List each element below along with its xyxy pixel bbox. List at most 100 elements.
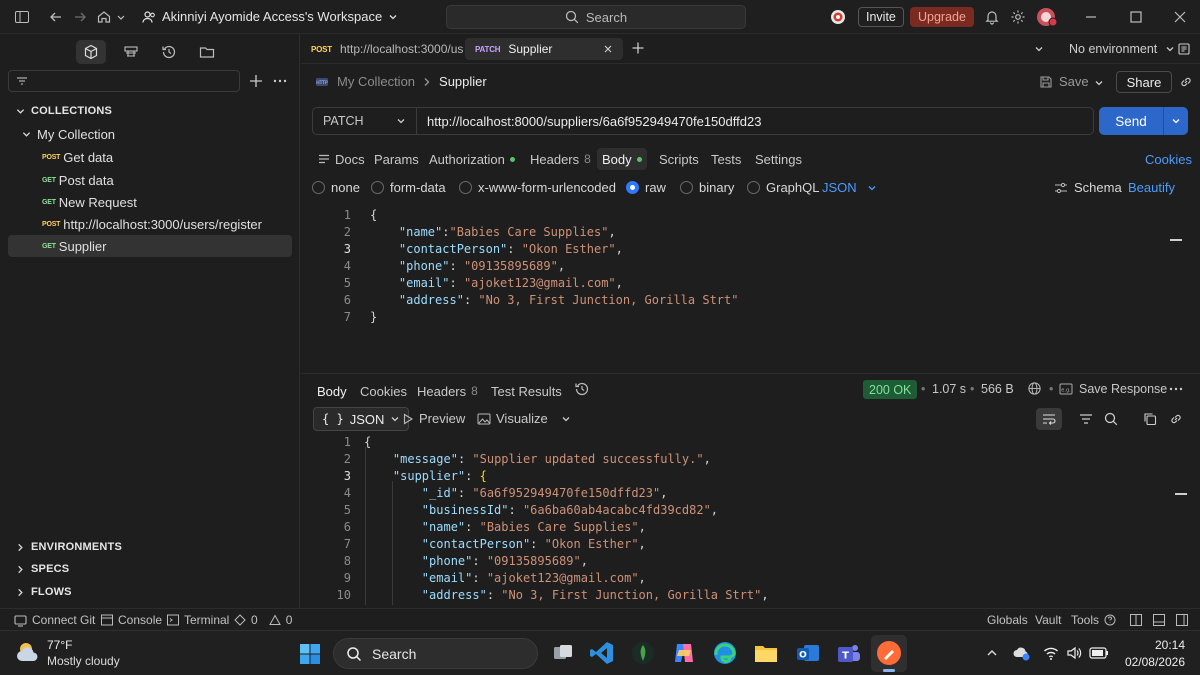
weather-temperature[interactable]: 77°F — [47, 638, 72, 652]
volume-icon[interactable] — [1066, 645, 1082, 661]
windows-start-icon[interactable] — [299, 643, 321, 665]
global-search[interactable]: Search — [446, 5, 746, 29]
forward-arrow-icon[interactable] — [72, 9, 88, 25]
avatar[interactable] — [1036, 7, 1058, 27]
body-type-urlencoded[interactable]: x-www-form-urlencoded — [459, 180, 616, 195]
copy-icon[interactable] — [1143, 412, 1157, 426]
cloud-sync-icon[interactable] — [1013, 644, 1031, 662]
response-divider[interactable] — [301, 373, 1200, 374]
sidebar-item-supplier[interactable]: GET Supplier — [8, 235, 292, 257]
layout-bottom-pane-icon[interactable] — [1153, 614, 1165, 626]
body-type-form-data[interactable]: form-data — [371, 180, 446, 195]
response-preview-button[interactable]: Preview — [402, 411, 465, 426]
save-response-button[interactable]: e.g. Save Response — [1059, 382, 1167, 396]
close-icon[interactable] — [1172, 9, 1188, 25]
response-view-json[interactable]: { } JSON — [313, 407, 410, 431]
breadcrumb-collection[interactable]: My Collection — [337, 74, 415, 89]
schema-button[interactable]: Schema — [1054, 180, 1122, 195]
sidebar-filter-input[interactable] — [8, 70, 240, 92]
sidebar-item-post-data[interactable]: GET Post data — [8, 169, 292, 191]
maximize-icon[interactable] — [1128, 9, 1144, 25]
add-icon[interactable] — [248, 73, 264, 89]
globe-icon[interactable] — [1027, 381, 1042, 396]
connect-git-button[interactable]: Connect Git — [14, 613, 95, 627]
collections-header[interactable]: COLLECTIONS — [16, 105, 112, 117]
link-icon[interactable] — [1179, 75, 1193, 89]
sidebar-item-get-data[interactable]: POST Get data — [8, 146, 292, 168]
tab-body[interactable]: Body — [597, 148, 647, 170]
more-options-icon[interactable] — [1168, 382, 1184, 396]
tab-scripts[interactable]: Scripts — [654, 148, 704, 170]
tools-button[interactable]: Tools — [1071, 613, 1099, 627]
wifi-icon[interactable] — [1043, 645, 1059, 661]
body-type-binary[interactable]: binary — [680, 180, 734, 195]
sidebar-item-register[interactable]: POST http://localhost:3000/users/registe… — [8, 213, 292, 235]
copilot-icon[interactable] — [671, 640, 697, 666]
sidebar-toggle-icon[interactable] — [14, 9, 30, 25]
back-arrow-icon[interactable] — [48, 9, 64, 25]
history-tab-icon[interactable] — [154, 40, 184, 64]
terminal-button[interactable]: Terminal — [167, 613, 229, 627]
home-icon[interactable] — [96, 9, 112, 25]
body-type-none[interactable]: none — [312, 180, 360, 195]
method-select[interactable]: PATCH — [313, 108, 417, 134]
cookies-link[interactable]: Cookies — [1140, 148, 1197, 170]
bell-icon[interactable] — [984, 9, 1000, 25]
history-icon[interactable] — [574, 381, 590, 397]
flows-header[interactable]: FLOWS — [16, 586, 72, 598]
body-format-select[interactable]: JSON — [822, 180, 877, 195]
response-tab-test-results[interactable]: Test Results — [487, 380, 566, 402]
outlook-icon[interactable]: O — [795, 640, 821, 666]
response-size[interactable]: 566 B — [981, 382, 1014, 396]
workspace-switcher[interactable]: Akinniyi Ayomide Access's Workspace — [142, 9, 398, 24]
request-body-editor[interactable]: 1 2 3 4 5 6 7 { "name":"Babies Care Supp… — [301, 208, 1200, 368]
vscode-icon[interactable] — [589, 640, 615, 666]
response-tab-cookies[interactable]: Cookies — [356, 380, 411, 402]
tab-authorization[interactable]: Authorization — [424, 148, 520, 170]
environments-tab-icon[interactable] — [116, 40, 146, 64]
search-icon[interactable] — [1104, 412, 1118, 426]
send-button[interactable]: Send — [1099, 107, 1163, 135]
tab-tests[interactable]: Tests — [706, 148, 746, 170]
layout-two-pane-icon[interactable] — [1130, 614, 1142, 626]
breadcrumb-request[interactable]: Supplier — [439, 74, 487, 89]
tab-params[interactable]: Params — [369, 148, 424, 170]
taskbar-search[interactable]: Search — [333, 638, 538, 669]
problems-indicator[interactable]: 0 0 — [234, 613, 292, 627]
battery-icon[interactable] — [1089, 646, 1109, 660]
share-button[interactable]: Share — [1116, 71, 1172, 93]
tab-supplier[interactable]: PATCH Supplier — [465, 38, 623, 60]
collection-my-collection[interactable]: My Collection — [8, 123, 292, 145]
filter-icon[interactable] — [1079, 412, 1093, 426]
tab-settings[interactable]: Settings — [750, 148, 807, 170]
link-icon[interactable] — [1169, 412, 1183, 426]
body-type-raw[interactable]: raw — [626, 180, 666, 195]
file-explorer-icon[interactable] — [753, 640, 779, 666]
wrap-lines-button[interactable] — [1036, 408, 1062, 430]
response-body-viewer[interactable]: 1 2 3 4 5 6 7 8 9 10 { "message": "Suppl… — [301, 435, 1200, 605]
layout-side-pane-icon[interactable] — [1176, 614, 1188, 626]
specs-header[interactable]: SPECS — [16, 563, 69, 575]
new-tab-icon[interactable] — [631, 41, 645, 55]
status-badge[interactable]: 200 OK — [863, 380, 918, 399]
response-visualize-button[interactable]: Visualize — [477, 411, 571, 426]
save-button[interactable]: Save — [1039, 74, 1089, 89]
console-button[interactable]: Console — [101, 613, 162, 627]
upgrade-button[interactable]: Upgrade — [910, 7, 974, 27]
response-time[interactable]: 1.07 s — [932, 382, 966, 396]
environment-selector[interactable]: No environment — [1069, 42, 1175, 56]
url-input[interactable]: http://localhost:8000/suppliers/6a6f9529… — [417, 114, 761, 129]
weather-description[interactable]: Mostly cloudy — [47, 654, 120, 668]
tab-docs[interactable]: Docs — [313, 148, 370, 170]
response-tab-headers[interactable]: Headers 8 — [413, 380, 482, 402]
chevron-down-icon[interactable] — [1034, 44, 1044, 54]
invite-button[interactable]: Invite — [858, 7, 904, 27]
gear-icon[interactable] — [1010, 9, 1026, 25]
teams-icon[interactable]: T — [836, 640, 862, 666]
minimize-icon[interactable] — [1083, 9, 1099, 25]
sidebar-item-new-request[interactable]: GET New Request — [8, 191, 292, 213]
tab-register[interactable]: POST http://localhost:3000/us — [301, 38, 473, 60]
environments-header[interactable]: ENVIRONMENTS — [16, 541, 122, 553]
response-tab-body[interactable]: Body — [313, 380, 351, 402]
chevron-down-icon[interactable] — [1094, 78, 1104, 88]
